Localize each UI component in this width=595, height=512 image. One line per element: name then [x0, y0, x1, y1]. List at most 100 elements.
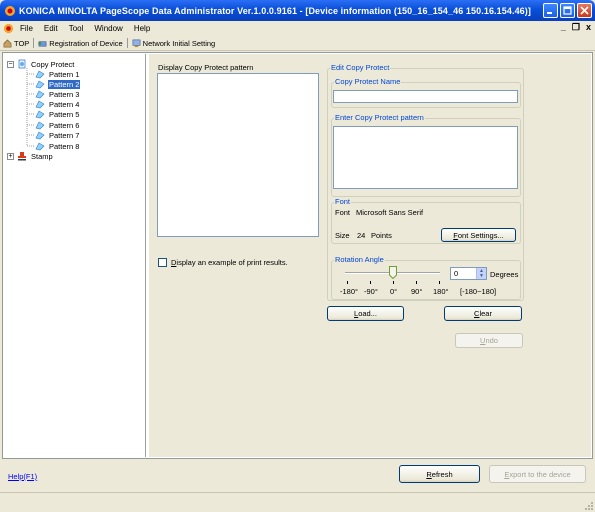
refresh-text: efresh: [431, 469, 453, 479]
network-setting-button[interactable]: Network Initial Setting: [132, 39, 215, 48]
tree-view[interactable]: − Copy Protect Pattern 1 Pattern 2 Patte…: [3, 54, 146, 457]
bottom-bar: Help(F1) Refresh Export to the device: [0, 460, 595, 492]
window-title: KONICA MINOLTA PageScope Data Administra…: [19, 5, 531, 16]
app-icon: [5, 5, 15, 16]
pattern-icon: [35, 142, 45, 151]
size-key: Size: [335, 231, 350, 240]
close-button[interactable]: [577, 3, 592, 18]
help-link[interactable]: Help(F1): [8, 472, 37, 481]
rotation-range-hint: [-180~180]: [460, 287, 497, 296]
mdi-minimize-button[interactable]: _: [561, 22, 566, 33]
load-text: oad...: [358, 309, 377, 318]
undo-button[interactable]: Undo: [455, 333, 523, 348]
registration-button[interactable]: Registration of Device: [38, 38, 123, 48]
pattern-icon: [35, 110, 45, 119]
pattern-label: Enter Copy Protect pattern: [334, 113, 425, 122]
tree-node-pattern-6[interactable]: Pattern 6: [35, 120, 80, 130]
menu-help[interactable]: Help: [134, 24, 150, 33]
tree-node-pattern-4[interactable]: Pattern 4: [35, 99, 80, 109]
load-button[interactable]: Load...: [327, 306, 404, 321]
rotation-spinner[interactable]: ▲ ▼: [476, 268, 486, 279]
tree-label: Stamp: [31, 151, 53, 161]
mdi-controls: _ ❐ x: [561, 22, 591, 33]
tick-label: 90°: [411, 287, 423, 296]
size-value: 24: [357, 231, 366, 240]
pattern-icon: [35, 70, 45, 79]
slider-tick: [439, 281, 440, 284]
pattern-preview-box[interactable]: [157, 73, 319, 237]
display-example-text: isplay an example of print results.: [176, 258, 288, 267]
tree-label: Copy Protect: [31, 59, 75, 69]
slider-tick: [347, 281, 348, 284]
maximize-button[interactable]: [560, 3, 575, 18]
mdi-restore-button[interactable]: ❐: [572, 22, 580, 33]
tree-label: Pattern 1: [49, 69, 80, 79]
slider-tick: [370, 281, 371, 284]
display-example-label: Display an example of print results.: [171, 258, 288, 267]
close-icon: [580, 6, 589, 15]
title-bar: KONICA MINOLTA PageScope Data Administra…: [0, 0, 595, 21]
pattern-icon: [35, 80, 45, 89]
undo-text: ndo: [485, 336, 498, 345]
tree-label: Pattern 5: [49, 109, 80, 119]
tree-label: Pattern 4: [49, 99, 80, 109]
registration-label: Registration of Device: [49, 38, 123, 48]
tick-label: 0°: [390, 287, 398, 296]
tree-node-pattern-7[interactable]: Pattern 7: [35, 130, 80, 140]
clear-button[interactable]: Clear: [444, 306, 522, 321]
rotation-slider-thumb[interactable]: [389, 266, 397, 279]
tree-label: Pattern 3: [49, 89, 80, 99]
spin-down-icon[interactable]: ▼: [479, 273, 484, 279]
mdi-app-icon[interactable]: [3, 23, 14, 34]
expand-icon[interactable]: +: [7, 152, 14, 160]
menu-edit[interactable]: Edit: [44, 24, 58, 33]
tick-label: -180°: [340, 287, 359, 296]
name-label: Copy Protect Name: [334, 77, 402, 86]
tree-label: Pattern 8: [49, 141, 80, 151]
menu-bar: File Edit Tool Window Help _ ❐ x: [0, 21, 595, 36]
tree-node-stamp[interactable]: + Stamp: [7, 151, 54, 161]
tree-node-pattern-8[interactable]: Pattern 8: [35, 141, 80, 151]
top-button[interactable]: TOP: [3, 39, 29, 48]
display-example-checkbox[interactable]: [158, 258, 167, 267]
stamp-icon: [18, 152, 26, 161]
maximize-icon: [563, 6, 572, 15]
font-value: Microsoft Sans Serif: [356, 208, 424, 217]
rotation-group-title: Rotation Angle: [334, 255, 385, 264]
network-icon: [132, 39, 141, 47]
copy-protect-icon: [18, 59, 26, 69]
status-bar: [0, 492, 595, 512]
tick-label: -90°: [364, 287, 378, 296]
toolbar-separator: [33, 38, 35, 48]
tree-label: Pattern 6: [49, 120, 80, 130]
tree-node-pattern-3[interactable]: Pattern 3: [35, 89, 80, 99]
pattern-icon: [35, 100, 45, 109]
menu-tool[interactable]: Tool: [69, 24, 84, 33]
minimize-button[interactable]: [543, 3, 558, 18]
slider-tick: [416, 281, 417, 284]
clear-text: lear: [479, 309, 492, 318]
registration-icon: [38, 40, 47, 46]
collapse-icon[interactable]: −: [7, 60, 14, 68]
copy-protect-pattern-input[interactable]: [333, 126, 518, 189]
export-button[interactable]: Export to the device: [489, 465, 586, 483]
top-label: TOP: [14, 38, 30, 48]
copy-protect-name-input[interactable]: [333, 90, 518, 103]
mdi-close-button[interactable]: x: [586, 22, 591, 33]
tree-node-pattern-2[interactable]: Pattern 2: [35, 78, 82, 90]
home-icon: [3, 39, 12, 47]
tree-node-pattern-5[interactable]: Pattern 5: [35, 109, 80, 119]
tree-node-pattern-1[interactable]: Pattern 1: [35, 69, 80, 79]
refresh-button[interactable]: Refresh: [399, 465, 480, 483]
size-unit: Points: [371, 231, 392, 240]
rotation-angle-input[interactable]: 0 ▲ ▼: [450, 267, 487, 280]
window-controls: [543, 3, 592, 18]
menu-file[interactable]: File: [20, 24, 33, 33]
font-key: Font: [335, 208, 351, 217]
tree-node-copy-protect[interactable]: − Copy Protect: [7, 59, 75, 69]
resize-grip-icon[interactable]: [583, 500, 593, 510]
tree-label: Pattern 7: [49, 130, 80, 140]
menu-window[interactable]: Window: [94, 24, 122, 33]
edit-copy-protect-title: Edit Copy Protect: [330, 63, 391, 72]
font-settings-button[interactable]: Font Settings...: [441, 228, 516, 242]
